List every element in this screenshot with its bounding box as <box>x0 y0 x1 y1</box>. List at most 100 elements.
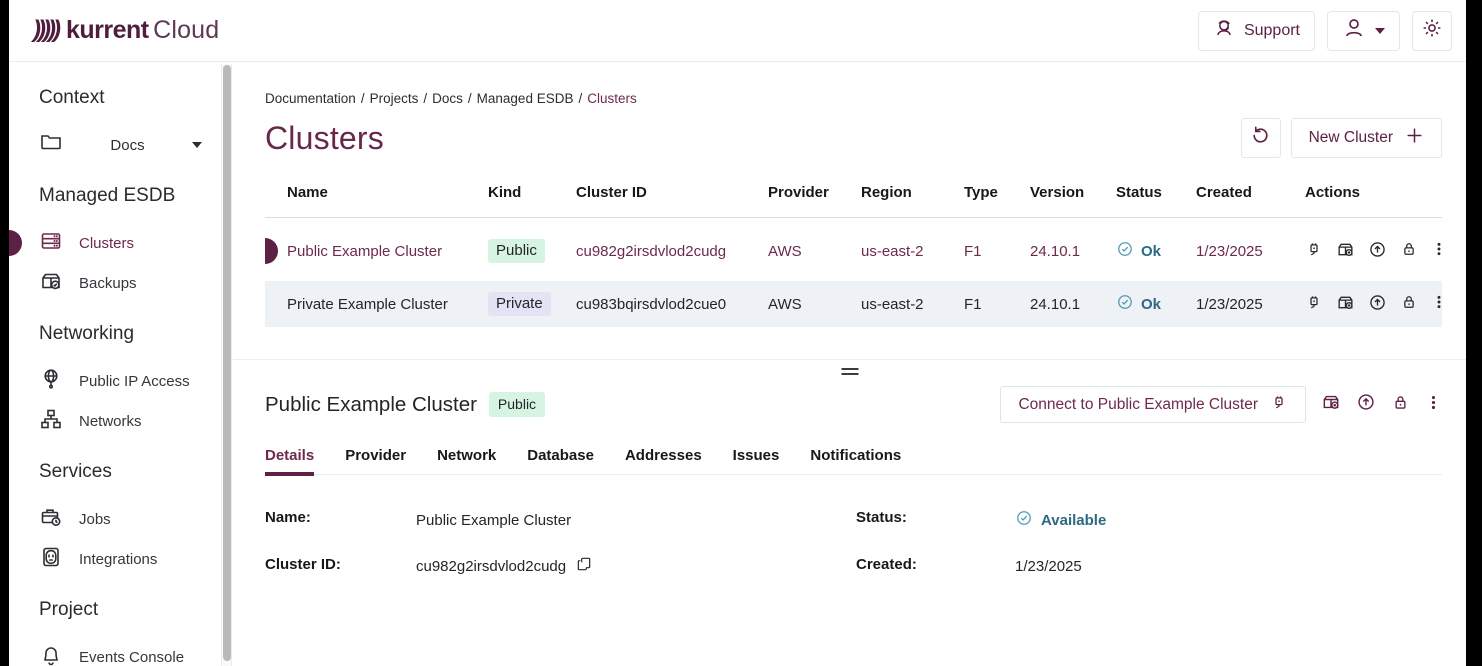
new-cluster-button[interactable]: New Cluster <box>1291 118 1442 158</box>
user-icon <box>1342 16 1366 45</box>
network-icon <box>39 407 63 435</box>
sidebar-item-label: Integrations <box>79 551 157 568</box>
cell-provider: AWS <box>768 243 861 260</box>
app-window: ))))) kurrent Cloud Support <box>9 0 1466 666</box>
plus-icon <box>1405 126 1424 150</box>
connect-to-cluster-button[interactable]: Connect to Public Example Cluster <box>1000 386 1306 423</box>
connect-icon[interactable] <box>1305 293 1323 315</box>
sidebar-item-public-ip-access[interactable]: Public IP Access <box>39 361 220 401</box>
support-button[interactable]: Support <box>1198 11 1315 51</box>
table-header-row: Name Kind Cluster ID Provider Region Typ… <box>265 182 1442 218</box>
tab-provider[interactable]: Provider <box>345 447 406 474</box>
breadcrumb-separator: / <box>361 91 365 106</box>
tab-notifications[interactable]: Notifications <box>810 447 901 474</box>
backup-icon[interactable] <box>1336 293 1355 316</box>
sidebar-item-label: Events Console <box>79 649 184 666</box>
chevron-down-icon <box>192 142 202 148</box>
refresh-icon <box>1250 125 1271 151</box>
sidebar-heading-project: Project <box>39 599 220 621</box>
context-selected-value: Docs <box>79 137 176 154</box>
cell-version: 24.10.1 <box>1030 296 1116 313</box>
backup-icon[interactable] <box>1321 392 1341 417</box>
main-content: Documentation / Projects / Docs / Managed ESDB… <box>233 63 1466 666</box>
detail-panel-icon-actions <box>1321 392 1442 417</box>
sidebar-item-label: Jobs <box>79 511 111 528</box>
lock-icon[interactable] <box>1400 293 1418 315</box>
breadcrumb-projects[interactable]: Projects <box>370 91 419 106</box>
sidebar-item-label: Public IP Access <box>79 373 190 390</box>
page-title: Clusters <box>265 120 384 157</box>
outlet-icon <box>39 545 63 573</box>
status-field-label: Status: <box>856 509 1015 531</box>
kebab-menu-icon[interactable] <box>1431 293 1447 315</box>
kebab-menu-icon[interactable] <box>1431 240 1447 262</box>
status-field-value: Available <box>1041 512 1106 529</box>
tab-database[interactable]: Database <box>527 447 594 474</box>
created-field-label: Created: <box>856 556 1015 576</box>
support-label: Support <box>1244 22 1300 40</box>
lock-icon[interactable] <box>1400 240 1418 262</box>
col-header-kind: Kind <box>488 182 576 201</box>
headset-icon <box>1213 17 1235 44</box>
clusters-icon <box>39 229 63 257</box>
breadcrumb-separator: / <box>468 91 472 106</box>
expand-icon[interactable] <box>1368 240 1387 263</box>
cell-cluster-id: cu983bqirsdvlod2cue0 <box>576 296 768 313</box>
breadcrumb-docs[interactable]: Docs <box>432 91 463 106</box>
clusters-table: Name Kind Cluster ID Provider Region Typ… <box>265 182 1442 327</box>
copy-icon[interactable] <box>576 556 592 576</box>
scrollbar-thumb[interactable] <box>223 65 231 661</box>
cell-created: 1/23/2025 <box>1196 243 1287 260</box>
kebab-menu-icon[interactable] <box>1425 393 1442 417</box>
sidebar-item-integrations[interactable]: Integrations <box>39 539 220 579</box>
refresh-button[interactable] <box>1241 118 1281 158</box>
sidebar-item-events-console[interactable]: Events Console <box>39 637 220 666</box>
briefcase-clock-icon <box>39 505 63 533</box>
panel-divider <box>233 359 1466 360</box>
backups-icon <box>39 269 63 297</box>
tab-details[interactable]: Details <box>265 447 314 474</box>
kurrent-cloud-logo[interactable]: ))))) kurrent Cloud <box>33 16 219 45</box>
sidebar-item-jobs[interactable]: Jobs <box>39 499 220 539</box>
sidebar-heading-services: Services <box>39 461 220 483</box>
table-row-public-cluster[interactable]: Public Example Cluster Public cu982g2irs… <box>265 228 1442 274</box>
cell-provider: AWS <box>768 296 861 313</box>
sidebar-scrollbar[interactable] <box>221 64 232 666</box>
connect-icon[interactable] <box>1305 240 1323 262</box>
drag-handle[interactable] <box>841 368 858 378</box>
context-selector[interactable]: Docs <box>39 125 220 165</box>
table-row-private-cluster[interactable]: Private Example Cluster Private cu983bqi… <box>265 281 1442 327</box>
sun-icon <box>1421 17 1443 44</box>
bell-icon <box>39 643 63 666</box>
breadcrumb-documentation[interactable]: Documentation <box>265 91 356 106</box>
sidebar-item-clusters[interactable]: Clusters <box>39 223 220 263</box>
cell-cluster-id: cu982g2irsdvlod2cudg <box>576 243 768 260</box>
tab-addresses[interactable]: Addresses <box>625 447 702 474</box>
tab-network[interactable]: Network <box>437 447 496 474</box>
breadcrumb-managed-esdb[interactable]: Managed ESDB <box>477 91 574 106</box>
expand-icon[interactable] <box>1356 392 1376 417</box>
cell-type: F1 <box>964 243 1030 260</box>
row-actions <box>1287 293 1447 316</box>
col-header-region: Region <box>861 182 964 201</box>
chevron-down-icon <box>1375 28 1385 34</box>
user-menu-button[interactable] <box>1327 11 1400 51</box>
name-field-value: Public Example Cluster <box>416 509 856 531</box>
sidebar: Context Docs Managed ESDB <box>9 63 220 666</box>
name-field-label: Name: <box>265 509 416 531</box>
breadcrumb-separator: / <box>423 91 427 106</box>
new-cluster-label: New Cluster <box>1309 129 1393 147</box>
lock-icon[interactable] <box>1391 393 1410 417</box>
cluster-id-field-value: cu982g2irsdvlod2cudg <box>416 558 566 575</box>
theme-toggle-button[interactable] <box>1412 11 1452 51</box>
col-header-actions: Actions <box>1287 182 1442 201</box>
cell-region: us-east-2 <box>861 243 964 260</box>
sidebar-item-networks[interactable]: Networks <box>39 401 220 441</box>
tab-issues[interactable]: Issues <box>733 447 780 474</box>
expand-icon[interactable] <box>1368 293 1387 316</box>
sidebar-heading-managed-esdb: Managed ESDB <box>39 185 220 207</box>
backup-icon[interactable] <box>1336 240 1355 263</box>
check-circle-icon <box>1015 509 1033 531</box>
cell-name: Private Example Cluster <box>265 296 488 313</box>
sidebar-item-backups[interactable]: Backups <box>39 263 220 303</box>
